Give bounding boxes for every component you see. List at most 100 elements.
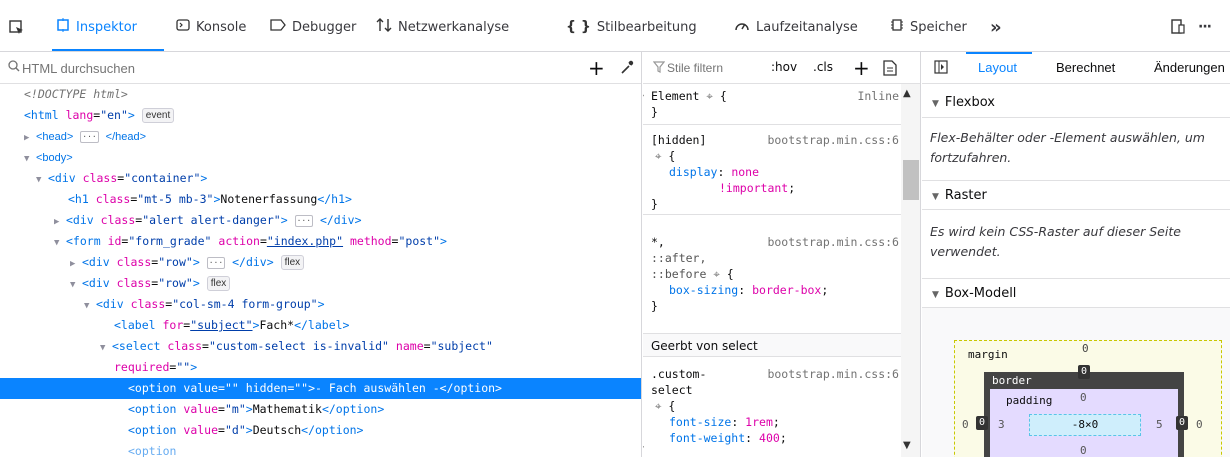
rule-target-icon[interactable]: ⌖ — [655, 399, 661, 413]
expand-arrow-icon[interactable]: ▶ — [70, 254, 82, 275]
collapse-arrow-icon[interactable]: ▼ — [84, 296, 96, 317]
rule-target-icon[interactable]: ⌖ — [713, 267, 719, 281]
more-tabs-button[interactable]: » — [990, 17, 1002, 38]
print-simulation-button[interactable] — [883, 60, 897, 79]
collapse-arrow-icon: ▼ — [932, 99, 939, 109]
border-left-value[interactable]: 0 — [976, 416, 988, 430]
style-filter-input[interactable] — [667, 58, 755, 78]
margin-right-value[interactable]: 0 — [1196, 418, 1203, 431]
tree-node-form[interactable]: ▼ <form id="form_grade" action="index.php… — [0, 231, 641, 254]
markup-scroll-down-icon[interactable]: ▼ — [643, 445, 644, 455]
rule-element: Element ⌖ {Inline } — [651, 89, 899, 119]
collapse-arrow-icon[interactable]: ▼ — [36, 170, 48, 191]
tree-node-doctype[interactable]: <!DOCTYPE html> — [0, 84, 641, 105]
border-right-value[interactable]: 0 — [1176, 416, 1188, 430]
flexbox-section-header[interactable]: ▼ Flexbox — [922, 88, 1230, 118]
tree-node-head[interactable]: ▶ <head> ··· </head> — [0, 126, 641, 149]
border-top-value[interactable]: 0 — [1078, 365, 1090, 379]
element-picker-button[interactable] — [8, 17, 24, 37]
active-sidebar-tab-indicator — [966, 52, 1032, 54]
tab-debugger[interactable]: Debugger — [270, 17, 356, 37]
search-icon — [8, 60, 20, 75]
tab-layout[interactable]: Layout — [978, 60, 1017, 75]
tree-node-html[interactable]: <html lang="en"> event — [0, 105, 641, 126]
padding-right-value[interactable]: 5 — [1156, 418, 1163, 431]
options-menu-button[interactable]: ··· — [1198, 17, 1212, 37]
index-php-link[interactable]: "index.php" — [267, 234, 343, 248]
tab-inspektor[interactable]: Inspektor — [56, 17, 137, 37]
tree-node-div-row-1[interactable]: ▶ <div class="row"> ··· </div> flex — [0, 252, 641, 275]
tree-node-option-d[interactable]: <option value="d">Deutsch</option> — [0, 420, 641, 441]
tree-node-div-container[interactable]: ▼ <div class="container"> — [0, 168, 641, 191]
responsive-design-button[interactable] — [1170, 17, 1186, 37]
padding-top-value[interactable]: 0 — [1080, 391, 1087, 404]
tree-node-option-selected[interactable]: <option value="" hidden="">- Fach auswäh… — [0, 378, 641, 399]
more-icon: ··· — [1198, 19, 1212, 35]
scroll-down-icon[interactable]: ▼ — [903, 440, 911, 451]
bootstrap-source-link[interactable]: bootstrap.min.css:6 — [767, 234, 899, 250]
tab-aenderungen[interactable]: Änderungen — [1154, 60, 1225, 75]
collapse-arrow-icon[interactable]: ▼ — [70, 275, 82, 296]
tab-stilbearbeitung[interactable]: { } Stilbearbeitung — [566, 17, 697, 37]
rule-target-icon[interactable]: ⌖ — [655, 149, 661, 163]
cls-toggle[interactable]: .cls — [813, 60, 833, 74]
tab-speicher[interactable]: Speicher — [890, 17, 967, 37]
collapsed-ellipsis-icon[interactable]: ··· — [294, 214, 314, 227]
tab-laufzeitanalyse[interactable]: Laufzeitanalyse — [734, 17, 858, 37]
layout-sidebar: Layout Berechnet Änderungen ▼ Flexbox Fle… — [922, 52, 1230, 457]
scroll-up-icon[interactable]: ▲ — [903, 88, 911, 99]
responsive-design-icon — [1171, 19, 1185, 34]
debugger-icon — [270, 18, 286, 36]
eyedropper-icon — [621, 60, 634, 74]
html-search-input[interactable] — [22, 58, 562, 78]
rule-custom-select: .custom-bootstrap.min.css:6 select ⌖ { f… — [651, 366, 899, 445]
tree-node-select-cont[interactable]: required=""> — [0, 357, 641, 378]
tree-node-div-alert[interactable]: ▶ <div class="alert alert-danger"> ··· </… — [0, 210, 641, 233]
collapse-arrow-icon[interactable]: ▼ — [54, 233, 66, 254]
tab-label: Speicher — [910, 19, 967, 35]
bootstrap-source-link[interactable]: bootstrap.min.css:6 — [767, 366, 899, 382]
collapse-arrow-icon: ▼ — [932, 192, 939, 202]
flex-badge[interactable]: flex — [280, 255, 305, 270]
tree-node-option-m[interactable]: <option value="m">Mathematik</option> — [0, 399, 641, 420]
hov-toggle[interactable]: :hov — [771, 60, 797, 74]
collapse-arrow-icon[interactable]: ▼ — [100, 338, 112, 359]
expand-arrow-icon[interactable]: ▶ — [24, 128, 36, 149]
flex-badge[interactable]: flex — [206, 276, 231, 291]
tree-node-div-row-2[interactable]: ▼ <div class="row"> flex — [0, 273, 641, 296]
tree-node-h1[interactable]: <h1 class="mt-5 mb-3">Notenerfassung</h1… — [0, 189, 641, 210]
collapsed-ellipsis-icon[interactable]: ··· — [80, 130, 99, 143]
tab-netzwerkanalyse[interactable]: Netzwerkanalyse — [376, 17, 509, 37]
tree-node-div-col[interactable]: ▼ <div class="col-sm-4 form-group"> — [0, 294, 641, 317]
inspector-icon — [56, 18, 70, 36]
collapse-arrow-icon[interactable]: ▼ — [24, 149, 36, 170]
padding-left-value[interactable]: 3 — [998, 418, 1005, 431]
tree-node-body[interactable]: ▼ <body> — [0, 147, 641, 170]
add-node-button[interactable]: + — [588, 54, 605, 82]
rules-scrollbar[interactable]: ▲ ▼ — [901, 84, 920, 457]
event-badge[interactable]: event — [141, 108, 175, 123]
boxmodel-content-size[interactable]: -8×0 — [1029, 414, 1141, 436]
eyedropper-button[interactable] — [620, 59, 634, 78]
expand-arrow-icon[interactable]: ▶ — [54, 212, 66, 233]
scrollbar-thumb[interactable] — [903, 160, 919, 200]
sidebar-toggle-icon — [934, 60, 948, 74]
subject-link[interactable]: "subject" — [190, 318, 252, 332]
element-target-icon[interactable]: ⌖ — [706, 89, 712, 103]
bootstrap-source-link[interactable]: bootstrap.min.css:6 — [767, 132, 899, 148]
tree-node-select[interactable]: ▼ <select class="custom-select is-invalid… — [0, 336, 641, 359]
rules-panel: :hov .cls + ▲ ▼ ▲ ▼ Element ⌖ {Inline } … — [643, 52, 921, 457]
margin-left-value[interactable]: 0 — [962, 418, 969, 431]
tab-berechnet[interactable]: Berechnet — [1056, 60, 1115, 75]
collapsed-ellipsis-icon[interactable]: ··· — [206, 256, 226, 269]
markup-panel: + <!DOCTYPE html> <html lang="en"> event… — [0, 52, 642, 457]
grid-section-header[interactable]: ▼ Raster — [922, 180, 1230, 210]
padding-bottom-value[interactable]: 0 — [1080, 444, 1087, 457]
toggle-sidebar-button[interactable] — [934, 60, 948, 77]
add-rule-button[interactable]: + — [853, 54, 870, 82]
margin-top-value[interactable]: 0 — [1082, 342, 1089, 355]
tab-konsole[interactable]: Konsole — [176, 17, 246, 37]
tree-node-label[interactable]: <label for="subject">Fach*</label> — [0, 315, 641, 336]
boxmodel-section-header[interactable]: ▼ Box-Modell — [922, 278, 1230, 308]
tree-node-option-partial[interactable]: <option — [0, 441, 641, 457]
